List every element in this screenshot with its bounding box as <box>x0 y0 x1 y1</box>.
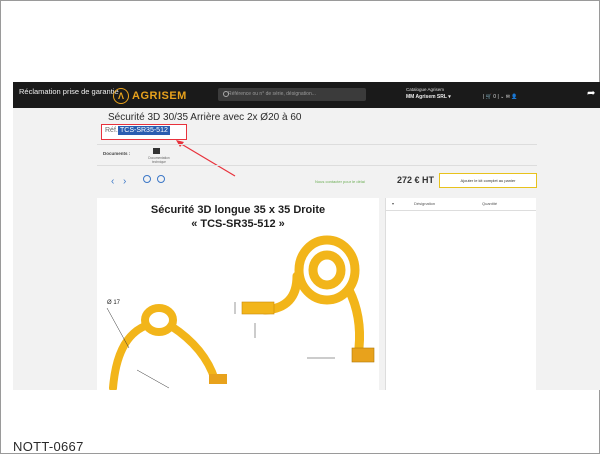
product-page: Sécurité 3D 30/35 Arrière avec 2x Ø20 à … <box>13 108 600 390</box>
document-caption: Documentation technique <box>148 156 170 164</box>
table-header-designation[interactable]: Désignation <box>414 201 435 206</box>
table-header-quantity[interactable]: Quantité <box>482 201 497 206</box>
parts-table: ▾ Désignation Quantité <box>385 198 536 390</box>
documents-row: Documents : Documentation technique <box>97 144 537 166</box>
figure-caption: NOTT-0667 <box>13 439 84 454</box>
small-mount <box>209 374 227 384</box>
cart-menu[interactable]: | 🛒 0 | ⌄ ✉ 👤 <box>483 94 518 100</box>
account-name[interactable]: MM Agrisem SRL ▾ <box>406 94 451 100</box>
viewer-toolbar: ‹ › Nous contacter pour le délai 272 € H… <box>97 170 537 190</box>
large-coil <box>260 235 364 353</box>
contact-delay-text[interactable]: Nous contacter pour le délai <box>315 179 365 184</box>
square-bar <box>241 301 275 315</box>
spring-illustration <box>106 235 375 390</box>
document-icon[interactable] <box>153 148 160 154</box>
documents-label: Documents : <box>103 151 131 156</box>
add-kit-to-cart-button[interactable]: Ajouter le kit complet au panier <box>439 173 537 188</box>
zoom-out-icon[interactable] <box>157 175 165 183</box>
mounting-block <box>351 347 375 363</box>
prev-arrow-icon[interactable]: ‹ <box>111 176 114 187</box>
search-input[interactable]: Référence ou n° de série, désignation... <box>218 88 366 101</box>
screenshot-video: Réclamation prise de garantie Λ AGRISEM … <box>13 82 600 390</box>
zoom-in-icon[interactable] <box>143 175 151 183</box>
account-label: Catalogue Agrisem <box>406 87 445 92</box>
table-header-marker: ▾ <box>392 201 395 206</box>
search-icon <box>223 91 229 97</box>
video-top-bar: Réclamation prise de garantie Λ AGRISEM … <box>13 82 600 108</box>
video-title: Réclamation prise de garantie <box>19 87 119 96</box>
logo-mark-icon: Λ <box>113 88 129 104</box>
share-icon[interactable]: ➦ <box>587 88 595 99</box>
next-arrow-icon[interactable]: › <box>123 176 126 187</box>
brand-logo[interactable]: Λ AGRISEM <box>113 87 187 105</box>
table-divider <box>386 210 536 211</box>
price: 272 € HT <box>397 175 435 185</box>
technical-drawing: Sécurité 3D longue 35 x 35 Droite « TCS-… <box>97 198 379 390</box>
brand-name: AGRISEM <box>132 90 187 102</box>
small-coil <box>109 304 219 390</box>
